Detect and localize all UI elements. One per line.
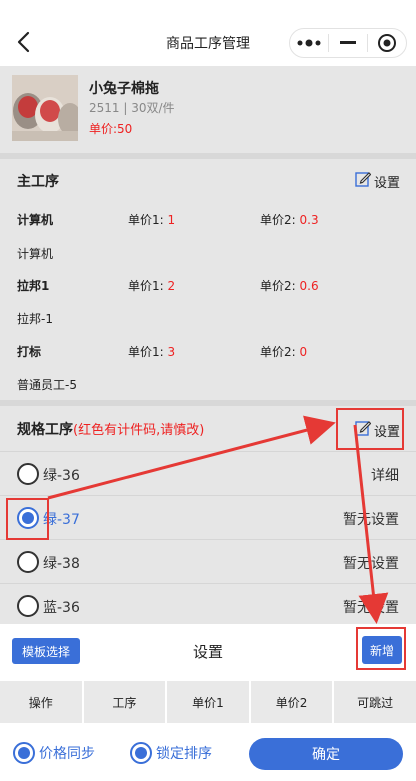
product-code: 2511 | 30双/件	[89, 101, 175, 115]
price-sync-label: 价格同步	[39, 746, 95, 762]
process-worker: 计算机	[17, 247, 54, 261]
settings-panel-header: 模板选择 设置 新增	[0, 624, 416, 681]
more-options-icon[interactable]	[290, 29, 328, 57]
panel-title: 设置	[192, 643, 223, 661]
confirm-button[interactable]: 确定	[249, 738, 403, 770]
edit-icon	[355, 171, 374, 191]
footer-bar: 价格同步 锁定排序 确定	[0, 723, 416, 781]
spec-item[interactable]: 绿-37 暂无设置	[0, 495, 416, 539]
process-worker: 拉邦-1	[17, 312, 53, 326]
lock-sort-label: 锁定排序	[156, 746, 212, 762]
process-worker: 普通员工-5	[17, 378, 77, 392]
spec-status[interactable]: 详细	[371, 465, 399, 485]
table-header: 操作 工序 单价1 单价2 可跳过	[0, 681, 416, 723]
annotation-box	[356, 627, 406, 670]
main-process-section: 主工序 设置 计算机 单价1: 1 单价2: 0.3 计算机 拉邦1 单价1: …	[0, 159, 416, 400]
radio-unchecked[interactable]	[17, 595, 39, 617]
column-header: 单价2	[251, 681, 335, 723]
spec-status[interactable]: 暂无设置	[343, 553, 399, 573]
radio-unchecked[interactable]	[17, 463, 39, 485]
process-price1: 单价1: 3	[128, 345, 176, 359]
product-image	[12, 75, 78, 141]
product-name: 小兔子棉拖	[89, 81, 159, 97]
process-price2: 单价2: 0.6	[260, 279, 319, 293]
process-price2: 单价2: 0	[260, 345, 308, 359]
process-price1: 单价1: 1	[128, 213, 176, 227]
mini-program-capsule	[289, 28, 407, 58]
column-header: 可跳过	[357, 695, 394, 710]
process-price1: 单价1: 2	[128, 279, 176, 293]
spec-status[interactable]: 暂无设置	[343, 597, 399, 617]
process-name: 打标	[17, 345, 42, 359]
annotation-box	[336, 408, 404, 450]
product-card: 小兔子棉拖 2511 | 30双/件 单价:50	[0, 66, 416, 153]
process-name: 计算机	[17, 213, 54, 227]
spec-label: 蓝-36	[43, 600, 80, 616]
annotation-box	[6, 498, 49, 540]
spec-item[interactable]: 绿-38 暂无设置	[0, 539, 416, 583]
nav-header: 商品工序管理	[0, 0, 416, 66]
product-price: 单价:50	[89, 122, 133, 136]
spec-item[interactable]: 蓝-36 暂无设置	[0, 583, 416, 624]
close-target-icon[interactable]	[368, 29, 406, 57]
spec-process-title: 规格工序(红色有计件码,请慎改)	[17, 422, 205, 438]
process-price2: 单价2: 0.3	[260, 213, 319, 227]
price-sync-toggle[interactable]: 价格同步	[13, 742, 95, 764]
radio-checked[interactable]	[13, 742, 35, 764]
column-header: 操作	[0, 681, 84, 723]
column-header: 单价1	[167, 681, 251, 723]
spec-label: 绿-38	[43, 556, 80, 572]
process-name: 拉邦1	[17, 279, 50, 293]
radio-checked[interactable]	[130, 742, 152, 764]
main-process-title: 主工序	[17, 174, 59, 190]
radio-unchecked[interactable]	[17, 551, 39, 573]
minimize-icon[interactable]	[329, 29, 367, 57]
spec-label: 绿-36	[43, 468, 80, 484]
main-process-setting-label: 设置	[374, 175, 401, 191]
lock-sort-toggle[interactable]: 锁定排序	[130, 742, 212, 764]
spec-process-note: (红色有计件码,请慎改)	[73, 423, 205, 438]
spec-status[interactable]: 暂无设置	[343, 509, 399, 529]
main-process-setting-button[interactable]: 设置	[355, 171, 400, 191]
column-header: 工序	[84, 681, 168, 723]
spec-item[interactable]: 绿-36 详细	[0, 451, 416, 495]
